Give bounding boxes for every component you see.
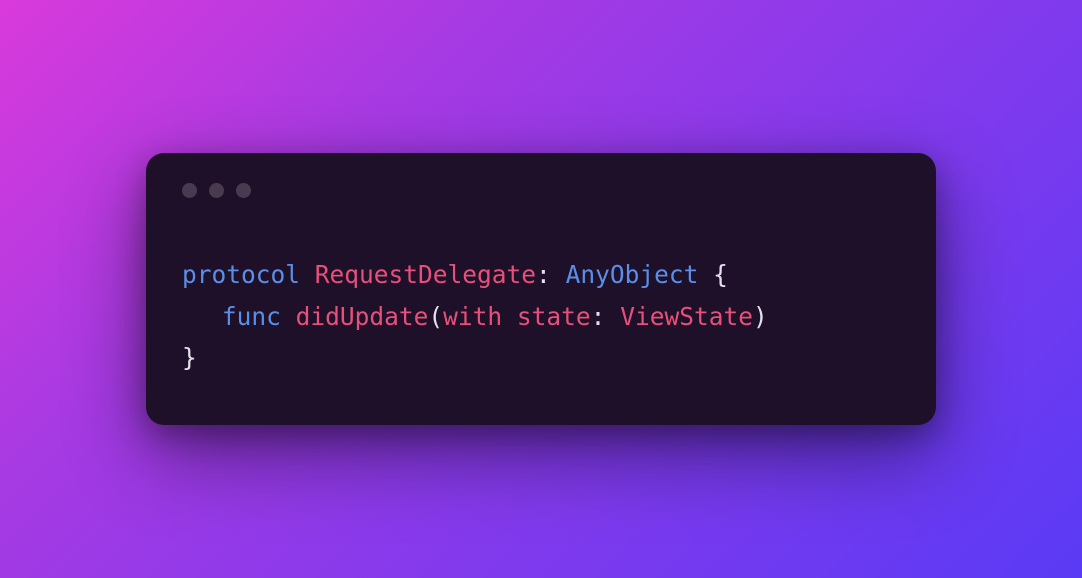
code-window: protocol RequestDelegate: AnyObject { fu… xyxy=(146,153,936,425)
window-controls xyxy=(182,183,900,198)
param-type: ViewState xyxy=(620,302,753,331)
code-line-1: protocol RequestDelegate: AnyObject { xyxy=(182,260,728,289)
param-external-label: with xyxy=(443,302,502,331)
window-dot-minimize-icon xyxy=(209,183,224,198)
param-internal-label: state xyxy=(517,302,591,331)
open-brace: { xyxy=(713,260,728,289)
window-dot-close-icon xyxy=(182,183,197,198)
code-line-2: func didUpdate(with state: ViewState) xyxy=(182,302,768,331)
colon: : xyxy=(536,260,551,289)
close-paren: ) xyxy=(753,302,768,331)
superclass: AnyObject xyxy=(566,260,699,289)
code-line-3: } xyxy=(182,343,197,372)
type-name: RequestDelegate xyxy=(315,260,536,289)
keyword-protocol: protocol xyxy=(182,260,300,289)
open-paren: ( xyxy=(428,302,443,331)
param-colon: : xyxy=(591,302,606,331)
func-name: didUpdate xyxy=(296,302,429,331)
code-block: protocol RequestDelegate: AnyObject { fu… xyxy=(182,254,900,379)
keyword-func: func xyxy=(222,302,281,331)
window-dot-zoom-icon xyxy=(236,183,251,198)
close-brace: } xyxy=(182,343,197,372)
